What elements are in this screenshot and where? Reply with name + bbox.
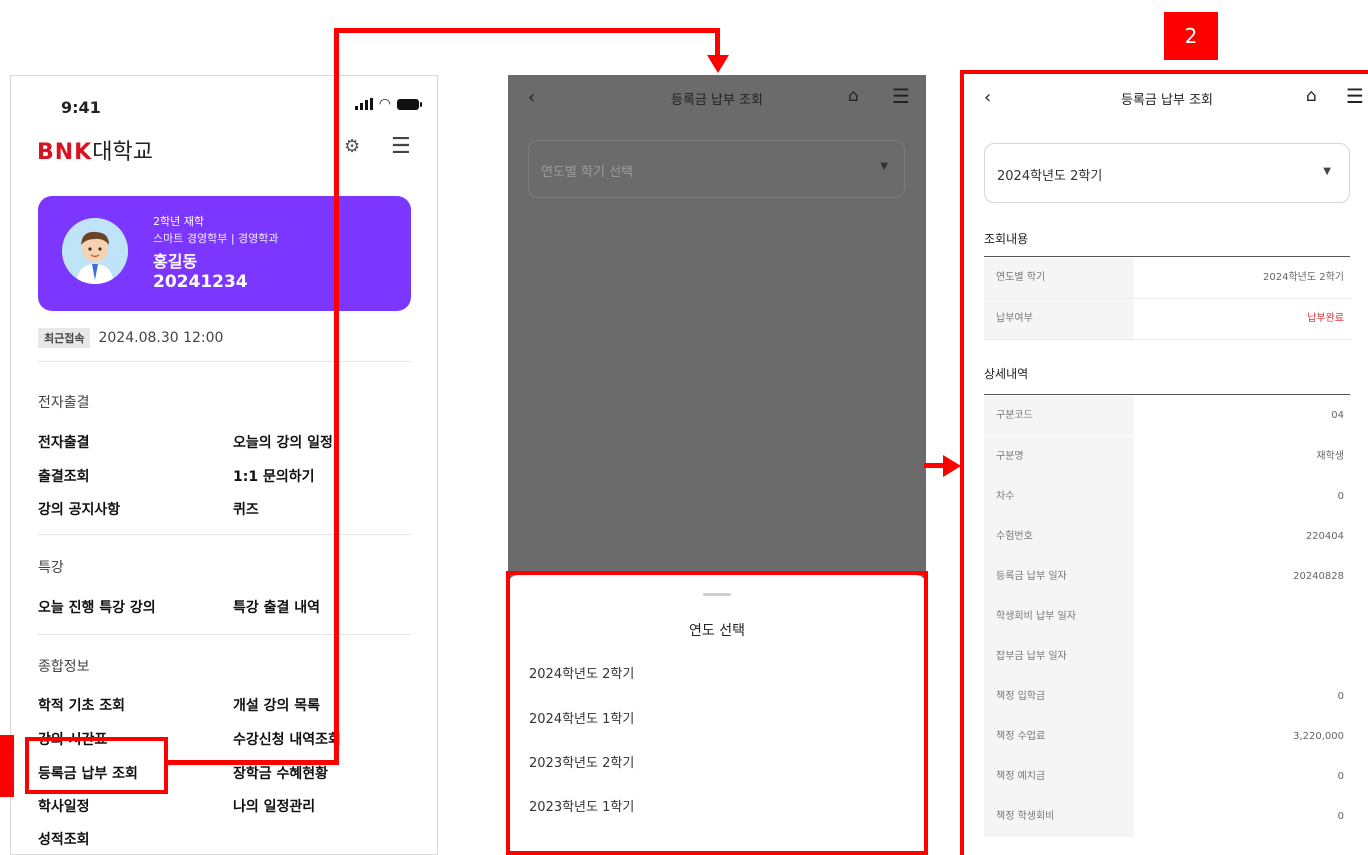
logo-university: 대학교: [92, 140, 153, 165]
section-title-attendance: 전자출결: [38, 395, 90, 411]
step-2-badge: 2: [1164, 12, 1218, 60]
recent-login-time: 2024.08.30 12:00: [98, 330, 224, 346]
university-logo[interactable]: BNK대학교: [37, 134, 153, 166]
avatar-illustration: [62, 218, 128, 284]
menu-item-grades[interactable]: 성적조회: [38, 829, 90, 849]
connector-line: [166, 760, 339, 765]
status-time: 9:41: [61, 98, 101, 117]
menu-item-quiz[interactable]: 퀴즈: [233, 499, 259, 519]
page-title: 등록금 납부 조회: [671, 93, 763, 108]
profile-grade: 2학년 재학: [153, 215, 204, 228]
menu-item-lecture-notice[interactable]: 강의 공지사항: [38, 499, 120, 519]
menu-item-special-attendance[interactable]: 특강 출결 내역: [233, 597, 320, 617]
highlight-year-sheet: [506, 571, 928, 855]
status-icons: ◠: [354, 96, 422, 112]
divider: [38, 361, 411, 362]
menu-item-registration-history[interactable]: 수강신청 내역조회: [233, 729, 341, 749]
highlight-detail-screen: [960, 70, 1368, 855]
connector-line: [715, 28, 720, 58]
home-icon[interactable]: ⌂: [848, 86, 859, 106]
menu-item-academic-basic[interactable]: 학적 기초 조회: [38, 695, 125, 715]
hamburger-menu-icon[interactable]: ☰: [892, 84, 910, 108]
logo-bnk: BNK: [37, 140, 93, 165]
menu-item-today-lecture[interactable]: 오늘의 강의 일정: [233, 432, 333, 452]
wifi-icon: ◠: [378, 96, 391, 112]
caret-down-icon: ▼: [880, 161, 888, 172]
menu-item-attendance-check[interactable]: 출결조회: [38, 466, 90, 486]
connector-line: [334, 28, 339, 765]
gear-icon[interactable]: ⚙: [344, 136, 360, 157]
profile-student-id: 20241234: [153, 272, 248, 292]
menu-item-today-special[interactable]: 오늘 진행 특강 강의: [38, 597, 156, 617]
profile-card[interactable]: 2학년 재학 스마트 경영학부 | 경영학과 홍길동 20241234: [38, 196, 411, 311]
battery-icon: [397, 98, 422, 110]
section-title-special: 특강: [38, 560, 64, 576]
connector-line: [334, 28, 720, 33]
profile-name: 홍길동: [153, 252, 198, 271]
avatar: [62, 218, 128, 284]
divider: [38, 634, 411, 635]
step-1-marker: [0, 735, 14, 797]
arrow-down-icon: [707, 55, 729, 73]
semester-select[interactable]: 연도별 학기 선택 ▼: [528, 140, 905, 198]
menu-item-inquiry[interactable]: 1:1 문의하기: [233, 466, 314, 486]
recent-login-badge: 최근접속: [38, 328, 91, 348]
menu-item-my-schedule[interactable]: 나의 일정관리: [233, 796, 315, 816]
profile-department: 스마트 경영학부 | 경영학과: [153, 232, 279, 245]
semester-select-placeholder: 연도별 학기 선택: [541, 165, 633, 180]
menu-item-scholarship[interactable]: 장학금 수혜현황: [233, 763, 328, 783]
highlight-tuition-menu: [25, 737, 168, 794]
recent-login: 최근접속 2024.08.30 12:00: [38, 328, 223, 348]
signal-icon: [354, 98, 373, 110]
hamburger-menu-icon[interactable]: ☰: [391, 134, 411, 159]
screenshot-stage: 9:41 ◠ BNK대학교 ⚙ ☰ 2학년 재학 스마트 경영학부 | 경영학과…: [0, 0, 1368, 855]
section-title-general: 종합정보: [38, 659, 90, 675]
menu-item-e-attendance[interactable]: 전자출결: [38, 432, 90, 452]
menu-item-academic-calendar[interactable]: 학사일정: [38, 796, 90, 816]
menu-item-open-courses[interactable]: 개설 강의 목록: [233, 695, 320, 715]
divider: [38, 534, 411, 535]
